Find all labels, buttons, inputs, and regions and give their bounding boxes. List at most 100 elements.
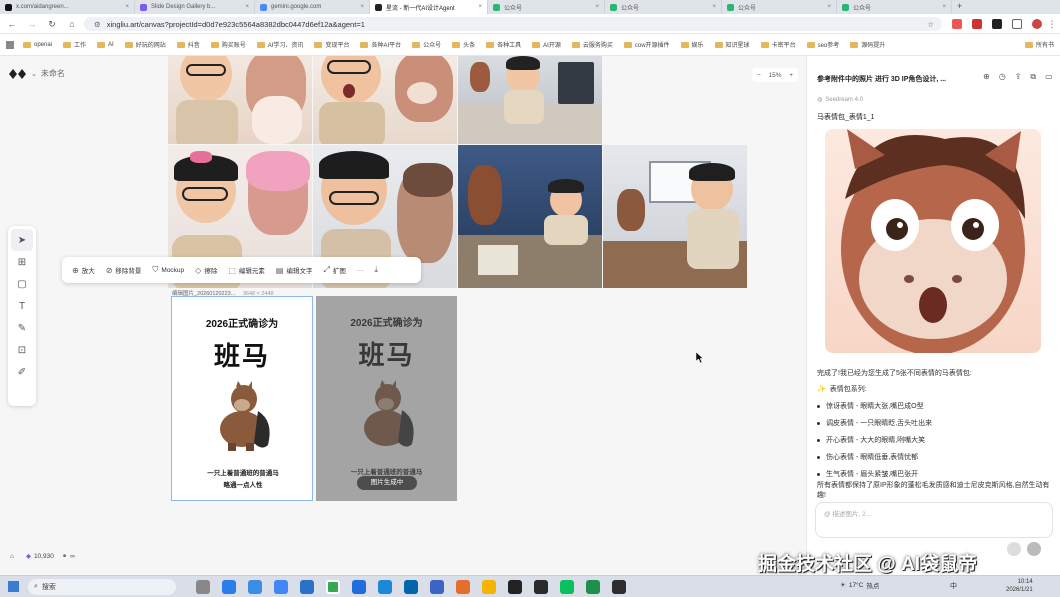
browser-tab[interactable]: 公众号 × — [837, 0, 952, 14]
bookmark-folder[interactable]: 知识星球 — [714, 40, 750, 49]
chrome-icon[interactable] — [326, 580, 340, 594]
edge-browser-icon[interactable] — [222, 580, 236, 594]
close-tab-icon[interactable]: × — [823, 4, 831, 10]
bookmark-folder[interactable]: 变现平台 — [314, 40, 349, 49]
input-language[interactable]: 中 — [950, 581, 957, 591]
add-frame-icon[interactable]: ⊞ — [11, 251, 33, 273]
remove-background-button[interactable]: ⊘ 移除背景 — [106, 265, 142, 276]
bookmark-folder[interactable]: 源码提升 — [850, 40, 885, 49]
app-icon[interactable] — [508, 580, 522, 594]
wechat-icon[interactable] — [560, 580, 574, 594]
zoom-level[interactable]: 15% — [768, 72, 781, 79]
more-options-button[interactable]: ··· — [357, 267, 364, 274]
close-tab-icon[interactable]: × — [356, 4, 364, 10]
extensions-puzzle-icon[interactable] — [1012, 19, 1022, 29]
generated-image-night-office[interactable] — [458, 145, 602, 288]
bookmark-folder[interactable]: 好玩的网站 — [124, 40, 166, 49]
bookmark-folder[interactable]: cow开源插件 — [623, 40, 670, 49]
upscale-button[interactable]: ⊕ 放大 — [72, 265, 95, 276]
edit-element-button[interactable]: ⬚ 编辑元素 — [228, 265, 265, 276]
bookmark-folder[interactable]: openai — [23, 41, 52, 48]
zoom-out-button[interactable]: − — [757, 72, 761, 79]
mockup-button[interactable]: ⛉ Mockup — [152, 265, 184, 275]
browser-tab[interactable]: Slide Design Gallery b... × — [135, 0, 255, 14]
vscode-icon[interactable] — [352, 580, 366, 594]
generated-image-office-desk[interactable] — [458, 56, 602, 144]
close-tab-icon[interactable]: × — [474, 4, 482, 10]
select-pointer-icon[interactable]: ➤ — [11, 229, 33, 251]
generated-image-kid-surprised[interactable] — [313, 56, 457, 144]
browser-menu-icon[interactable]: ⋮ — [1046, 18, 1058, 30]
bookmark-folder[interactable]: AI学习、资讯 — [256, 40, 303, 49]
bookmark-folder[interactable]: 各种AI平台 — [360, 40, 401, 49]
copy-icon[interactable]: ⧉ — [1030, 72, 1036, 82]
chat-input-box[interactable]: @ 描述图片, 2... — [815, 502, 1053, 538]
reload-button[interactable]: ↻ — [46, 18, 58, 30]
design-canvas[interactable]: ⌄ 未命名 ➤ ⊞ ▢ T ✎ ⊡ ✐ ⊕ 放大 ⊘ 移除背景 ⛉ Mockup… — [0, 56, 806, 575]
store-app-icon[interactable] — [300, 580, 314, 594]
gift-icon[interactable]: ⌂ — [10, 553, 14, 560]
extension-icon[interactable] — [952, 19, 962, 29]
task-view-icon[interactable] — [196, 580, 210, 594]
project-name[interactable]: 未命名 — [41, 68, 65, 79]
address-bar[interactable]: ⚙ xingliu.art/canvas?projectId=d0d7e923c… — [84, 17, 942, 31]
back-button[interactable]: ← — [6, 18, 18, 30]
close-tab-icon[interactable]: × — [938, 4, 946, 10]
site-info-icon[interactable]: ⚙ — [94, 20, 101, 29]
close-tab-icon[interactable]: × — [121, 4, 129, 10]
download-button[interactable]: ⤓ — [374, 265, 381, 275]
extension-icon[interactable] — [992, 19, 1002, 29]
terminal-icon[interactable] — [612, 580, 626, 594]
collapse-panel-icon[interactable]: ▭ — [1045, 72, 1053, 82]
poster-image-selected[interactable]: 2026正式确诊为 班马 一只上着普通班的普通马 略通一点人性 — [171, 296, 313, 501]
bookmark-folder[interactable]: 卡密平台 — [760, 40, 796, 49]
browser-tab[interactable]: gemini.google.com × — [255, 0, 370, 14]
browser-tab-active[interactable]: 星流 - 新一代AI设计Agent × — [370, 0, 488, 14]
system-clock[interactable]: 10:14 2026/1/21 — [1006, 578, 1033, 594]
new-tab-button[interactable]: + — [957, 1, 962, 11]
bookmark-star-icon[interactable]: ☆ — [927, 20, 934, 29]
taskbar-search[interactable]: ⌕ 搜索 — [28, 579, 176, 595]
send-button[interactable] — [1027, 542, 1041, 556]
forward-button[interactable]: → — [26, 18, 38, 30]
ie-icon[interactable] — [378, 580, 392, 594]
bookmark-folder[interactable]: 云服务购买 — [571, 40, 613, 49]
all-bookmarks-folder[interactable]: 所有书 — [1024, 40, 1054, 49]
new-chat-icon[interactable]: ⊕ — [983, 72, 990, 82]
browser-tab[interactable]: 公众号 × — [488, 0, 605, 14]
app-icon[interactable] — [586, 580, 600, 594]
zoom-in-button[interactable]: + — [789, 72, 793, 79]
generated-image-kid-and-horse[interactable] — [168, 56, 312, 144]
bookmark-folder[interactable]: 购买账号 — [210, 40, 246, 49]
bookmark-folder[interactable]: 头条 — [452, 40, 475, 49]
close-tab-icon[interactable]: × — [591, 4, 599, 10]
xingliu-logo-icon[interactable] — [9, 68, 27, 79]
pen-tool-icon[interactable]: ✎ — [11, 317, 33, 339]
home-button[interactable]: ⌂ — [66, 18, 78, 30]
bookmark-folder[interactable]: seo参考 — [806, 40, 839, 49]
bookmark-folder[interactable]: 工作 — [63, 40, 86, 49]
bookmark-folder[interactable]: AI开源 — [532, 40, 561, 49]
profile-avatar[interactable] — [1032, 19, 1042, 29]
generated-image-meeting-room[interactable] — [603, 145, 747, 288]
edit-icon[interactable]: ✐ — [11, 361, 33, 383]
bookmark-folder[interactable]: AI — [97, 41, 114, 48]
extension-icon[interactable] — [972, 19, 982, 29]
app-icon[interactable] — [482, 580, 496, 594]
explorer-icon[interactable] — [248, 580, 262, 594]
outpaint-button[interactable]: ⤢ 扩图 — [323, 265, 345, 275]
erase-button[interactable]: ◇ 擦除 — [195, 265, 217, 276]
credits-count[interactable]: 10,930 — [34, 553, 54, 560]
browser-tab[interactable]: x.com/aidangreen... × — [0, 0, 135, 14]
poster-image-generating[interactable]: 2026正式确诊为 班马 一只上着普通班的普通马 图片生成中 — [316, 296, 457, 501]
browser-tab[interactable]: 公众号 × — [722, 0, 837, 14]
chevron-down-icon[interactable]: ⌄ — [31, 70, 37, 78]
close-tab-icon[interactable]: × — [708, 4, 716, 10]
attach-button[interactable] — [1007, 542, 1021, 556]
bookmark-folder[interactable]: 娱乐 — [680, 40, 704, 49]
share-icon[interactable]: ⇪ — [1015, 72, 1022, 82]
image-upload-icon[interactable]: ⊡ — [11, 339, 33, 361]
windows-start-icon[interactable] — [8, 581, 19, 592]
chat-result-image-horse[interactable] — [825, 129, 1041, 353]
browser-tab[interactable]: 公众号 × — [605, 0, 722, 14]
